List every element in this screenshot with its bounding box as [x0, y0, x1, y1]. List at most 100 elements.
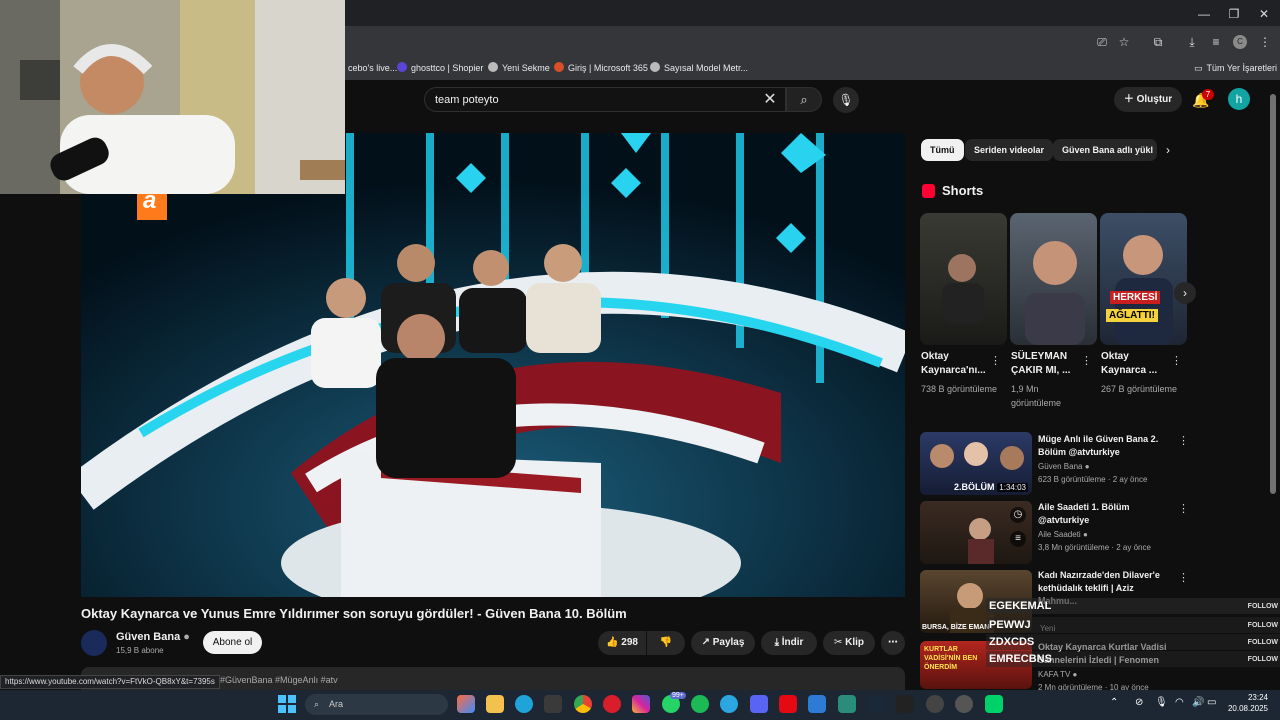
tray-chevron-icon[interactable]: ⌃	[1110, 697, 1118, 708]
battery-icon[interactable]: ▭	[1207, 697, 1216, 708]
skype-icon[interactable]	[720, 695, 738, 713]
netflix-icon[interactable]	[779, 695, 797, 713]
video-meta: 623 B görüntüleme · 2 ay önce	[1038, 475, 1148, 484]
microphone-icon[interactable]: 🎙	[1155, 697, 1168, 708]
voice-search-button[interactable]: 🎙	[833, 87, 859, 113]
shopier-icon	[397, 62, 407, 72]
steam-icon[interactable]	[867, 695, 885, 713]
video-channel[interactable]: Aile Saadeti ●	[1038, 530, 1088, 539]
taskbar-search[interactable]: ⌕ Ara	[305, 694, 448, 715]
star-icon[interactable]: ☆	[1116, 34, 1132, 50]
minimize-icon[interactable]: —	[1190, 4, 1218, 24]
bookmark-item[interactable]: Yeni Sekme	[488, 61, 550, 75]
app-icon[interactable]	[985, 695, 1003, 713]
app-icon[interactable]	[838, 695, 856, 713]
volume-icon[interactable]: 🔊	[1192, 697, 1204, 708]
more-options-icon[interactable]: ⋮	[1178, 434, 1189, 447]
app-icon[interactable]	[808, 695, 826, 713]
shorts-next-button[interactable]: ›	[1174, 282, 1196, 304]
bookmark-item[interactable]: Giriş | Microsoft 365	[554, 61, 648, 75]
video-thumbnail[interactable]: 2.BÖLÜM 1:34:03	[920, 432, 1032, 495]
video-title-link[interactable]: Müge Anlı ile Güven Bana 2. Bölüm @atvtu…	[1038, 433, 1168, 459]
channel-avatar[interactable]	[81, 630, 107, 656]
epic-games-icon[interactable]	[896, 695, 914, 713]
notification-badge: 7	[1202, 89, 1214, 100]
short-thumbnail[interactable]	[1010, 213, 1097, 345]
bookmark-item[interactable]: ghosttco | Shopier	[397, 61, 483, 75]
watch-later-icon[interactable]: ◷	[1010, 507, 1026, 523]
more-options-icon[interactable]: ⋮	[1171, 354, 1182, 367]
chip-channel-uploads[interactable]: Güven Bana adlı yükl	[1053, 139, 1157, 161]
chrome-icon[interactable]	[574, 695, 592, 713]
short-thumbnail[interactable]: HERKESİ AĞLATTI!	[1100, 213, 1187, 345]
obs-icon[interactable]	[926, 695, 944, 713]
page-scrollbar[interactable]	[1270, 84, 1278, 688]
channel-name[interactable]: Güven Bana ●	[116, 631, 190, 643]
share-icon: ↗	[701, 637, 713, 648]
search-box[interactable]: ✕	[424, 87, 786, 112]
video-tags[interactable]: #GüvenBana #MügeAnlı #atv	[220, 675, 338, 685]
file-explorer-icon[interactable]	[486, 695, 504, 713]
bookmark-item[interactable]: cebo's live...	[348, 61, 397, 75]
extensions-icon[interactable]: ⧉	[1150, 34, 1166, 50]
short-title[interactable]: Oktay Kaynarca'nı...	[921, 350, 995, 378]
taskbar-clock[interactable]: 23:24 20.08.2025	[1222, 692, 1268, 714]
profile-icon[interactable]: C	[1233, 35, 1247, 49]
short-title[interactable]: Oktay Kaynarca ...	[1101, 350, 1175, 378]
short-views: 738 B görüntüleme	[921, 384, 998, 394]
search-input[interactable]	[435, 92, 755, 108]
thumbnail-text: KURTLAR VADİSİ'NİN BEN ÖNERDİM	[924, 646, 978, 671]
verified-icon: ●	[1082, 530, 1088, 539]
instagram-icon[interactable]	[632, 695, 650, 713]
scrollbar-thumb[interactable]	[1270, 94, 1276, 494]
close-window-icon[interactable]: ✕	[1250, 4, 1278, 24]
download-button[interactable]: ⤓ İndir	[761, 631, 817, 655]
video-player[interactable]: a	[81, 133, 905, 597]
app-icon[interactable]	[955, 695, 973, 713]
video-thumbnail[interactable]: ◷ ≡	[920, 501, 1032, 564]
start-button[interactable]	[278, 695, 296, 713]
short-thumbnail[interactable]	[920, 213, 1007, 345]
store-icon[interactable]	[544, 695, 562, 713]
clear-search-icon[interactable]: ✕	[761, 91, 779, 109]
all-bookmarks[interactable]: ▭ Tüm Yer İşaretleri	[1194, 61, 1277, 75]
widgets-app-icon[interactable]	[457, 695, 475, 713]
more-options-icon[interactable]: ⋮	[1178, 571, 1189, 584]
subscribe-button[interactable]: Abone ol	[203, 631, 262, 654]
like-button[interactable]: 👍 298	[598, 631, 646, 655]
more-actions-button[interactable]: ⋯	[881, 631, 905, 655]
more-options-icon[interactable]: ⋮	[1081, 354, 1092, 367]
add-to-queue-icon[interactable]: ≡	[1010, 531, 1026, 547]
menu-dots-icon[interactable]: ⋮	[1257, 34, 1273, 50]
create-button[interactable]: ＋ Oluştur	[1114, 87, 1182, 112]
maximize-icon[interactable]: ❐	[1220, 4, 1248, 24]
share-button[interactable]: ↗ Paylaş	[691, 631, 755, 655]
chevron-right-icon[interactable]: ›	[1166, 143, 1170, 157]
edge-icon[interactable]	[515, 695, 533, 713]
clip-button[interactable]: ✂ Klip	[823, 631, 875, 655]
short-title[interactable]: SÜLEYMAN ÇAKIR MI, ...	[1011, 350, 1085, 378]
spotify-icon[interactable]	[691, 695, 709, 713]
cast-icon[interactable]: ⎚	[1094, 34, 1110, 50]
chip-series[interactable]: Seriden videolar	[965, 139, 1054, 161]
opera-icon[interactable]	[603, 695, 621, 713]
video-channel[interactable]: KAFA TV ●	[1038, 670, 1077, 679]
video-frame	[81, 133, 905, 597]
account-avatar[interactable]: h	[1228, 88, 1250, 110]
bookmark-item[interactable]: Sayısal Model Metr...	[650, 61, 748, 75]
whatsapp-badge: 99+	[670, 692, 686, 699]
discord-icon[interactable]	[750, 695, 768, 713]
video-channel[interactable]: Güven Bana ●	[1038, 462, 1090, 471]
download-icon[interactable]: ⤓	[1184, 34, 1200, 50]
tray-icon[interactable]: ⊘	[1135, 697, 1143, 708]
globe-icon	[488, 62, 498, 72]
more-options-icon[interactable]: ⋮	[990, 354, 1001, 367]
media-icon[interactable]: ≡	[1208, 34, 1224, 50]
dislike-button[interactable]: 👎	[647, 631, 685, 655]
chip-all[interactable]: Tümü	[921, 139, 964, 161]
video-title-link[interactable]: Aile Saadeti 1. Bölüm @atvturkiye	[1038, 501, 1168, 527]
search-button[interactable]: ⌕	[786, 87, 822, 112]
wifi-icon[interactable]: ◠	[1175, 697, 1184, 708]
globe-icon	[650, 62, 660, 72]
more-options-icon[interactable]: ⋮	[1178, 502, 1189, 515]
